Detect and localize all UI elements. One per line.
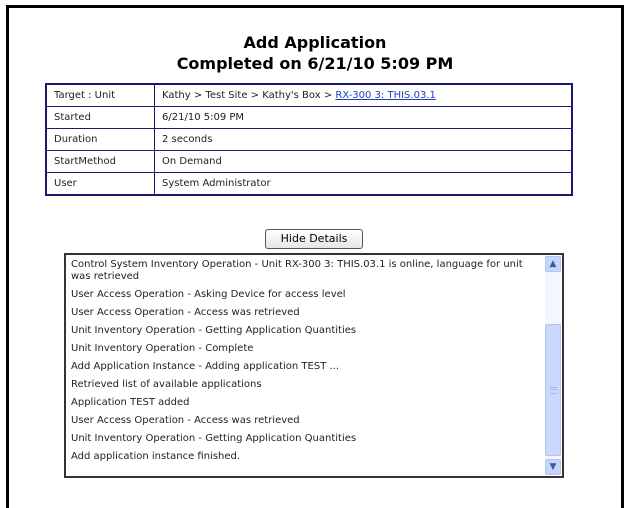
log-scrollbar[interactable]: ▲ ▼ — [545, 256, 561, 475]
user-label: User — [45, 172, 155, 196]
table-row: Duration 2 seconds — [45, 128, 573, 151]
grip-icon — [550, 387, 557, 394]
target-value: Kathy > Test Site > Kathy's Box > RX-300… — [154, 83, 573, 107]
table-row: User System Administrator — [45, 172, 573, 196]
list-item: Unit Inventory Operation - Getting Appli… — [71, 433, 357, 444]
list-item: Retrieved list of available applications — [71, 379, 262, 390]
log-listbox[interactable]: Control System Inventory Operation - Uni… — [64, 253, 564, 478]
list-item: Application TEST added — [71, 397, 190, 408]
list-item: User Access Operation - Access was retri… — [71, 415, 300, 426]
list-item: User Access Operation - Access was retri… — [71, 307, 300, 318]
duration-label: Duration — [45, 128, 155, 151]
details-table: Target : Unit Kathy > Test Site > Kathy'… — [45, 83, 573, 196]
started-label: Started — [45, 106, 155, 129]
list-item: Add application instance finished. — [71, 451, 241, 462]
list-item: Unit Inventory Operation - Complete — [71, 343, 254, 354]
completed-timestamp: Completed on 6/21/10 5:09 PM — [176, 54, 454, 73]
chevron-down-icon[interactable]: ▼ — [545, 459, 561, 475]
list-item: Add Application Instance - Adding applic… — [71, 361, 340, 372]
table-row: StartMethod On Demand — [45, 150, 573, 173]
target-label: Target : Unit — [45, 83, 155, 107]
list-item: Unit Inventory Operation - Getting Appli… — [71, 325, 357, 336]
chevron-up-icon[interactable]: ▲ — [545, 256, 561, 272]
start-method-label: StartMethod — [45, 150, 155, 173]
duration-value: 2 seconds — [154, 128, 573, 151]
list-item: User Access Operation - Asking Device fo… — [71, 289, 346, 300]
user-value: System Administrator — [154, 172, 573, 196]
hide-details-button[interactable]: Hide Details — [265, 229, 363, 249]
title-text: Add Application — [243, 33, 387, 52]
started-value: 6/21/10 5:09 PM — [154, 106, 573, 129]
scrollbar-thumb[interactable] — [545, 324, 561, 456]
target-path: Kathy > Test Site > Kathy's Box > — [162, 90, 336, 101]
log-list: Control System Inventory Operation - Uni… — [71, 259, 543, 469]
list-item: Control System Inventory Operation - Uni… — [71, 259, 523, 282]
unit-link[interactable]: RX-300 3: THIS.03.1 — [335, 90, 435, 101]
table-row: Target : Unit Kathy > Test Site > Kathy'… — [45, 83, 573, 107]
start-method-value: On Demand — [154, 150, 573, 173]
table-row: Started 6/21/10 5:09 PM — [45, 106, 573, 129]
page-title: Add Application Completed on 6/21/10 5:0… — [9, 32, 621, 74]
